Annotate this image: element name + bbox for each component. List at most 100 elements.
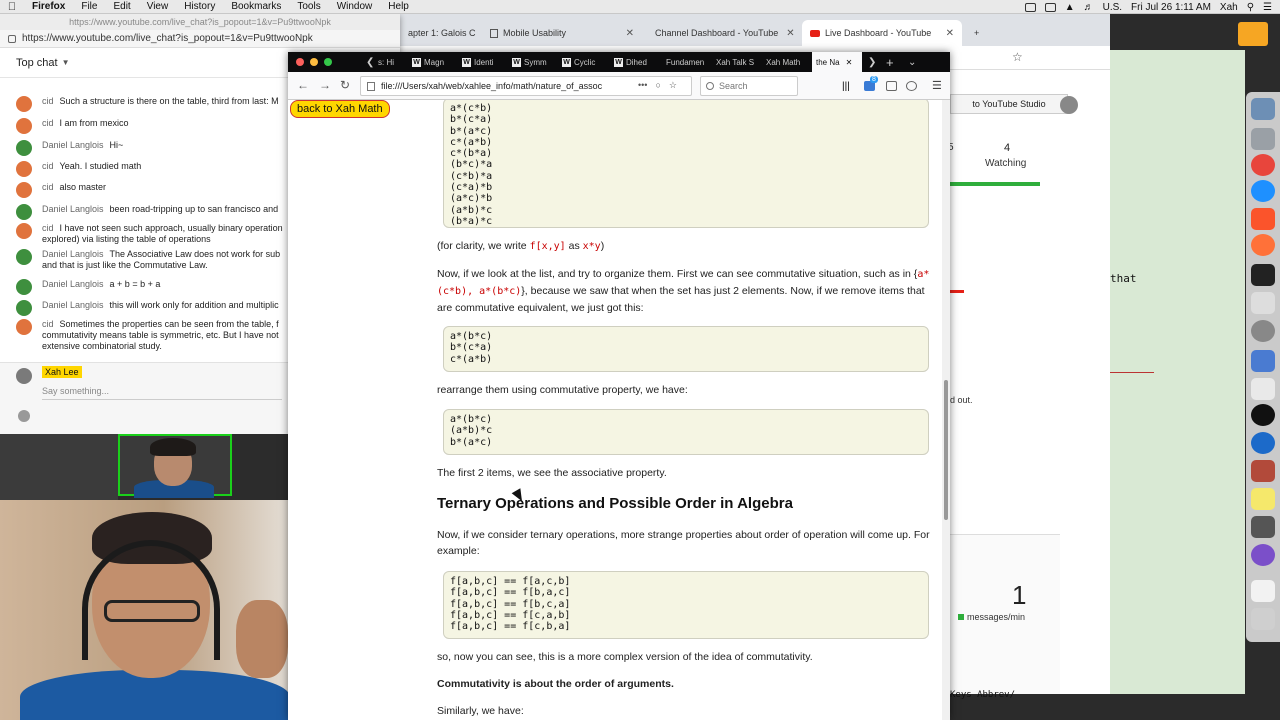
close-icon[interactable]: ✕ [778, 28, 794, 39]
menu-app-firefox[interactable]: Firefox [24, 1, 73, 12]
emacs-icon[interactable] [1251, 544, 1275, 566]
notification-center-icon[interactable]: ☰ [1263, 2, 1272, 13]
back-to-xah-math-link[interactable]: back to Xah Math [290, 100, 390, 118]
menu-file[interactable]: File [73, 1, 105, 12]
chat-author[interactable]: cid [42, 319, 54, 329]
chat-text: Hi~ [109, 140, 124, 150]
menu-edit[interactable]: Edit [105, 1, 138, 12]
battery-icon[interactable] [1044, 2, 1056, 12]
app-icon[interactable] [1251, 432, 1275, 454]
tab[interactable]: Xah Talk S [712, 52, 762, 72]
chat-author[interactable]: Daniel Langlois [42, 300, 104, 310]
bg-tab-mobile-usability[interactable]: Mobile Usability ✕ [482, 20, 642, 46]
document-icon[interactable] [1251, 580, 1275, 602]
tab[interactable]: Xah Math [762, 52, 812, 72]
emoji-icon[interactable] [18, 410, 30, 422]
faded-text: d out. [950, 395, 973, 405]
account-icon[interactable] [906, 81, 917, 91]
inline-code: f[x,y] [529, 241, 566, 252]
menu-history[interactable]: History [176, 1, 223, 12]
menu-view[interactable]: View [139, 1, 177, 12]
finder-icon[interactable] [1251, 98, 1275, 120]
firefox-icon[interactable] [1251, 234, 1275, 256]
new-tab-button[interactable]: + [966, 20, 986, 46]
scrollbar-thumb[interactable] [944, 380, 948, 520]
calendar-icon[interactable] [1251, 378, 1275, 400]
status-icon[interactable] [1024, 2, 1036, 12]
hamburger-menu-icon[interactable]: ☰ [932, 79, 942, 92]
menubar-user[interactable]: Xah [1220, 2, 1238, 13]
chat-author[interactable]: cid [42, 96, 54, 106]
brave-icon[interactable] [1251, 208, 1275, 230]
chat-author[interactable]: Daniel Langlois [42, 140, 104, 150]
avatar[interactable] [1060, 96, 1078, 114]
close-icon[interactable]: ✕ [618, 28, 634, 39]
page-actions-icon[interactable]: ••• [638, 80, 647, 91]
tab[interactable]: Fundamen [662, 52, 712, 72]
notes-icon[interactable] [1251, 488, 1275, 510]
terminal-icon[interactable] [1251, 264, 1275, 286]
tab-scroll-right-icon[interactable]: ❯ [868, 52, 876, 72]
youtube-studio-button[interactable]: to YouTube Studio [950, 94, 1068, 114]
wifi-icon[interactable]: ▲ [1065, 2, 1075, 13]
chat-author[interactable]: cid [42, 118, 54, 128]
tab[interactable]: W Identi [458, 52, 508, 72]
chat-author[interactable]: cid [42, 161, 54, 171]
tab-active[interactable]: the Na ✕ [812, 52, 862, 72]
chat-author[interactable]: Daniel Langlois [42, 279, 104, 289]
webcam-preview-small[interactable] [118, 434, 232, 498]
menu-window[interactable]: Window [329, 1, 381, 12]
close-icon[interactable]: ✕ [846, 58, 853, 67]
bookmark-star-icon[interactable]: ☆ [669, 80, 677, 91]
close-icon[interactable]: ✕ [938, 28, 954, 39]
system-preferences-icon[interactable] [1251, 320, 1275, 342]
activity-monitor-icon[interactable] [1251, 350, 1275, 372]
back-button[interactable]: ← [294, 78, 312, 92]
reload-button[interactable]: ↻ [336, 78, 354, 92]
bg-tab-galois[interactable]: apter 1: Galois C ✕ [400, 20, 482, 46]
avatar [16, 118, 32, 134]
tab[interactable]: W Magn [408, 52, 458, 72]
sidebar-icon[interactable] [886, 81, 897, 91]
new-tab-button[interactable]: + [886, 52, 894, 72]
tab-label: s: Hi [378, 57, 394, 67]
star-icon[interactable]: ☆ [1012, 50, 1023, 64]
chat-author[interactable]: Daniel Langlois [42, 249, 104, 259]
apple-icon[interactable]:  [0, 1, 24, 13]
chat-author[interactable]: Daniel Langlois [42, 204, 104, 214]
forward-button[interactable]: → [316, 78, 334, 92]
close-window-button[interactable] [296, 58, 304, 66]
input-locale[interactable]: U.S. [1103, 2, 1122, 13]
bg-tab-channel-dashboard[interactable]: Channel Dashboard - YouTube ✕ [642, 20, 802, 46]
chat-author[interactable]: cid [42, 182, 54, 192]
chat-author[interactable]: cid [42, 223, 54, 233]
menubar-clock[interactable]: Fri Jul 26 1:11 AM [1131, 2, 1211, 13]
minimize-window-button[interactable] [310, 58, 318, 66]
photo-booth-icon[interactable] [1251, 460, 1275, 482]
trash-icon[interactable] [1251, 608, 1275, 630]
folder-icon[interactable] [1238, 22, 1268, 46]
search-field[interactable]: Search [700, 76, 798, 96]
launchpad-icon[interactable] [1251, 128, 1275, 150]
library-icon[interactable]: ||| [842, 81, 853, 92]
menu-tools[interactable]: Tools [289, 1, 328, 12]
safari-icon[interactable] [1251, 180, 1275, 202]
obs-icon[interactable] [1251, 404, 1275, 426]
zoom-window-button[interactable] [324, 58, 332, 66]
pocket-icon[interactable]: ○ [655, 80, 660, 91]
app-icon[interactable] [1251, 516, 1275, 538]
chat-url-bar[interactable]: https://www.youtube.com/live_chat?is_pop… [0, 30, 400, 48]
bg-tab-live-dashboard[interactable]: Live Dashboard - YouTube ✕ [802, 20, 962, 46]
textedit-icon[interactable] [1251, 292, 1275, 314]
spotlight-icon[interactable]: ⚲ [1247, 2, 1254, 13]
chrome-icon[interactable] [1251, 154, 1275, 176]
chat-input[interactable]: Say something... [42, 386, 282, 400]
page-scrollbar[interactable] [942, 100, 950, 720]
tab-list-icon[interactable]: ⌄ [908, 52, 916, 72]
tab[interactable]: W Symm [508, 52, 558, 72]
menu-bookmarks[interactable]: Bookmarks [223, 1, 289, 12]
volume-icon[interactable]: ♬ [1084, 2, 1094, 13]
tab[interactable]: W Dihed [610, 52, 660, 72]
menu-help[interactable]: Help [380, 1, 417, 12]
tab[interactable]: W Cyclic [558, 52, 608, 72]
